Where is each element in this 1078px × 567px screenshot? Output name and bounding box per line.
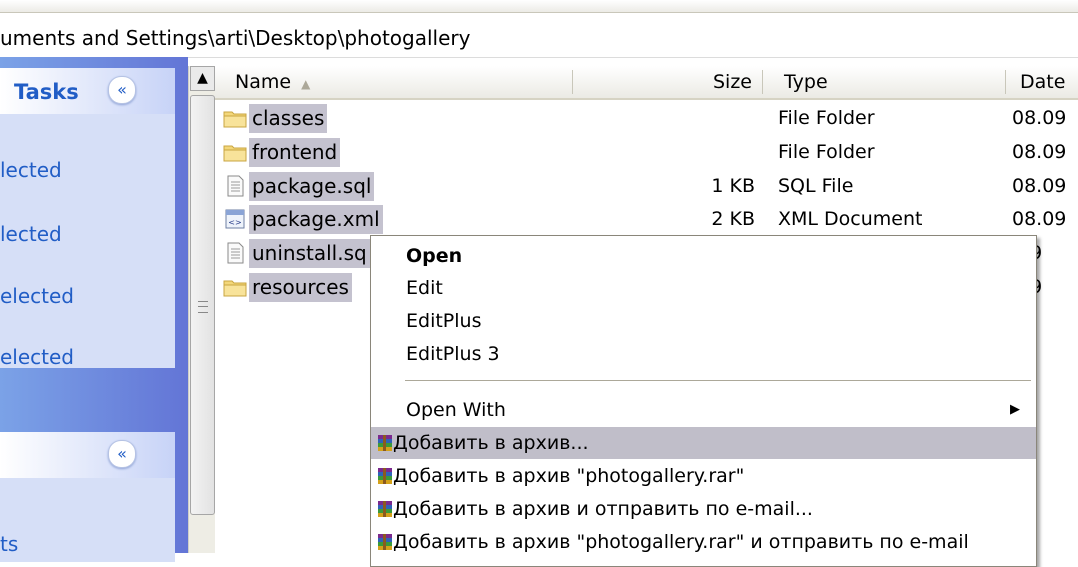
scroll-thumb[interactable] [190, 95, 215, 515]
menu-item-label: Добавить в архив... [393, 432, 589, 454]
file-row[interactable]: classes File Folder 08.09 [215, 102, 1078, 135]
winrar-icon [378, 501, 392, 517]
text-file-icon [227, 175, 244, 197]
file-tasks-title: Tasks [14, 80, 79, 104]
file-tasks-panel: Tasks « lected lected elected elected [0, 68, 175, 369]
file-name: frontend [249, 138, 341, 167]
grip-icon [198, 301, 208, 313]
task-item[interactable]: ts [0, 532, 18, 556]
folder-icon [223, 111, 247, 128]
file-type: SQL File [778, 175, 854, 197]
file-type: XML Document [778, 208, 923, 230]
sort-ascending-icon: ▲ [301, 77, 311, 91]
file-name: package.sql [249, 172, 375, 201]
menu-item-editplus-3[interactable]: EditPlus 3 [371, 338, 1036, 370]
xml-file-icon: <> [225, 209, 245, 229]
context-menu: Open Edit EditPlus EditPlus 3 Open With … [370, 235, 1037, 567]
file-type: File Folder [778, 141, 875, 163]
menu-item-add-to-named-archive-email[interactable]: Добавить в архив "photogallery.rar" и от… [371, 526, 1036, 558]
menu-item-label: Edit [406, 277, 443, 299]
menu-item-add-to-archive[interactable]: Добавить в архив... [371, 427, 1036, 459]
task-item[interactable]: lected [0, 222, 62, 246]
scroll-up-icon[interactable]: ▲ [190, 66, 215, 91]
menu-item-add-to-archive-email[interactable]: Добавить в архив и отправить по e-mail..… [371, 493, 1036, 525]
svg-text:<>: <> [228, 218, 241, 227]
winrar-icon [378, 468, 392, 484]
collapse-icon[interactable]: « [108, 76, 136, 104]
other-places-panel: « ts [0, 432, 175, 562]
column-header: Name ▲ Size Type Date [215, 66, 1078, 100]
text-file-icon [227, 242, 244, 264]
file-tasks-header[interactable]: Tasks « [0, 68, 175, 114]
menu-item-label: Open With [406, 399, 506, 421]
folder-icon [223, 145, 247, 162]
menu-item-label: EditPlus 3 [406, 343, 500, 365]
other-places-header[interactable]: « [0, 432, 175, 478]
file-name: uninstall.sq [249, 239, 370, 268]
toolbar-strip [0, 0, 1078, 13]
menu-item-add-to-named-archive[interactable]: Добавить в архив "photogallery.rar" [371, 460, 1036, 492]
column-date[interactable]: Date [1020, 66, 1065, 98]
menu-item-label: EditPlus [406, 310, 482, 332]
folder-icon [223, 280, 247, 297]
menu-item-open[interactable]: Open [371, 240, 1036, 272]
column-separator[interactable] [762, 70, 763, 94]
task-item[interactable]: elected [0, 345, 74, 369]
file-date: 08.09 [1012, 107, 1067, 129]
column-type[interactable]: Type [784, 66, 828, 98]
winrar-icon [378, 435, 392, 451]
menu-item-edit[interactable]: Edit [371, 272, 1036, 304]
file-row[interactable]: <> package.xml 2 KB XML Document 08.09 [215, 203, 1078, 236]
task-pane: Tasks « lected lected elected elected « … [0, 57, 188, 562]
menu-item-label: Open [406, 245, 463, 267]
column-name-label: Name [235, 71, 292, 93]
file-size: 2 KB [711, 208, 755, 230]
task-item[interactable]: elected [0, 284, 74, 308]
column-separator[interactable] [1005, 70, 1006, 94]
column-separator[interactable] [572, 70, 573, 94]
collapse-icon[interactable]: « [108, 440, 136, 468]
menu-item-label: Добавить в архив и отправить по e-mail..… [393, 498, 813, 520]
file-row[interactable]: frontend File Folder 08.09 [215, 136, 1078, 169]
file-name: resources [249, 273, 352, 302]
file-type: File Folder [778, 107, 875, 129]
file-size: 1 KB [711, 175, 755, 197]
vertical-scrollbar[interactable]: ▲ [188, 66, 216, 553]
file-date: 08.09 [1012, 208, 1067, 230]
file-name: package.xml [249, 205, 383, 234]
file-row[interactable]: package.sql 1 KB SQL File 08.09 [215, 170, 1078, 203]
column-size[interactable]: Size [713, 66, 752, 98]
file-date: 08.09 [1012, 141, 1067, 163]
menu-item-editplus[interactable]: EditPlus [371, 305, 1036, 337]
submenu-arrow-icon: ▶ [1010, 402, 1020, 417]
menu-item-label: Добавить в архив "photogallery.rar" и от… [393, 531, 969, 553]
column-name[interactable]: Name ▲ [235, 66, 310, 98]
winrar-icon [378, 534, 392, 550]
menu-item-open-with[interactable]: Open With ▶ [371, 394, 1036, 426]
menu-separator [405, 380, 1031, 381]
task-item[interactable]: lected [0, 158, 62, 182]
file-date: 08.09 [1012, 175, 1067, 197]
file-name: classes [249, 104, 328, 133]
address-bar[interactable]: uments and Settings\arti\Desktop\photoga… [0, 0, 1078, 58]
menu-item-label: Добавить в архив "photogallery.rar" [393, 465, 745, 487]
address-path[interactable]: uments and Settings\arti\Desktop\photoga… [0, 26, 470, 50]
